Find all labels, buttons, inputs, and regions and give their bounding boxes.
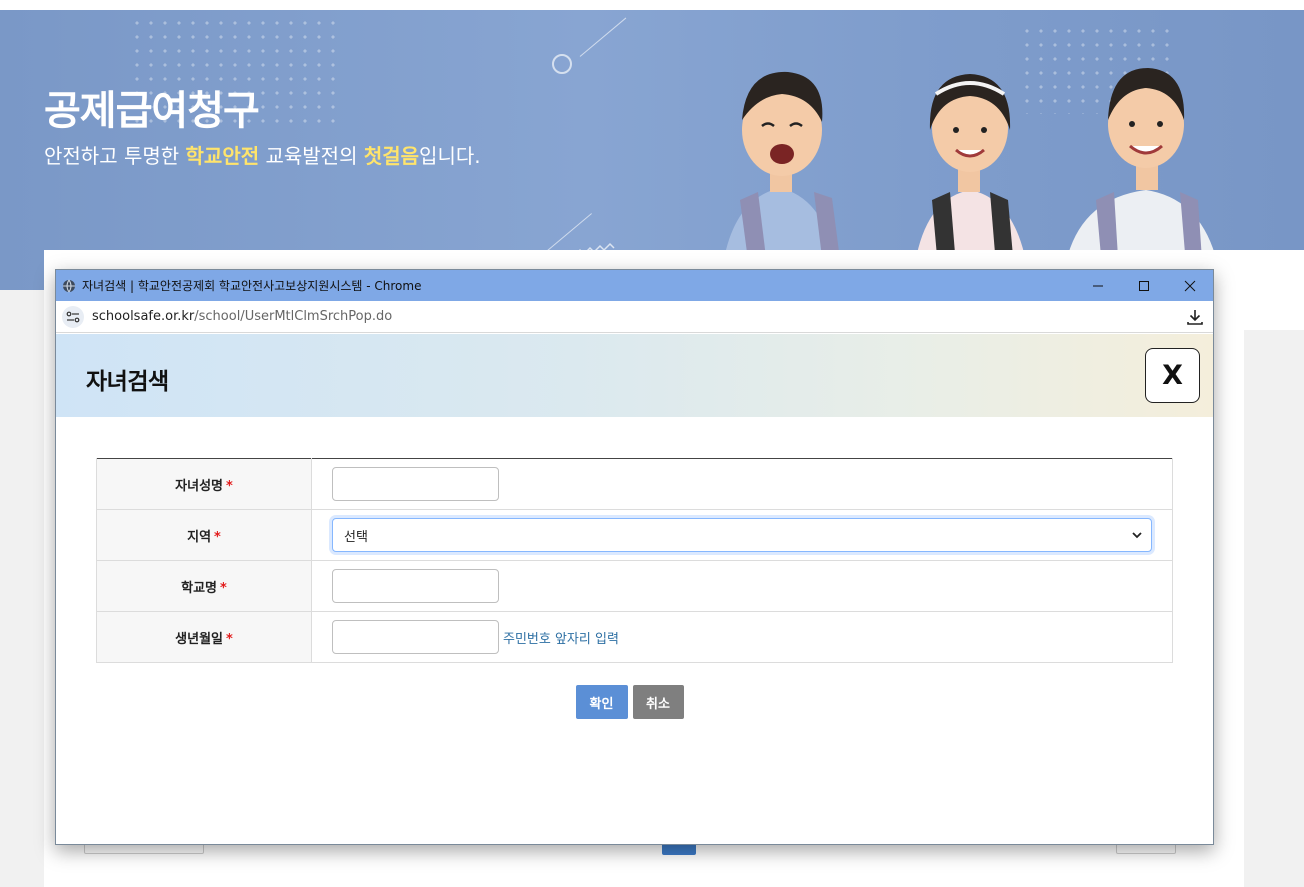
- hero-banner: 공제급여청구 안전하고 투명한 학교안전 교육발전의 첫걸음입니다.: [0, 10, 1304, 290]
- minimize-icon: [1093, 285, 1103, 286]
- maximize-icon: [1139, 280, 1149, 291]
- window-title: 자녀검색 | 학교안전공제회 학교안전사고보상지원시스템 - Chrome: [82, 279, 422, 293]
- confirm-button[interactable]: 확인: [575, 685, 628, 719]
- popup-header: 자녀검색 X: [56, 334, 1213, 417]
- child-name-input[interactable]: [332, 467, 499, 501]
- school-cell: [311, 560, 1173, 612]
- label-text: 지역: [187, 529, 212, 545]
- button-row: 확인 취소: [56, 685, 1213, 719]
- label-text: 자녀성명: [175, 478, 224, 494]
- address-bar: schoolsafe.or.kr/school/UserMtlClmSrchPo…: [56, 301, 1213, 333]
- birth-cell: 주민번호 앞자리 입력: [311, 611, 1173, 663]
- form-row-birth: 생년월일 * 주민번호 앞자리 입력: [96, 611, 1173, 663]
- form-row-child-name: 자녀성명 *: [96, 458, 1173, 510]
- maximize-button[interactable]: [1121, 270, 1167, 301]
- region-label: 지역 *: [96, 509, 312, 561]
- birth-label: 생년월일 *: [96, 611, 312, 663]
- close-icon: [1184, 280, 1196, 291]
- content-edge: [1213, 250, 1304, 330]
- site-info-button[interactable]: [62, 305, 84, 328]
- url-path: /school/UserMtlClmSrchPop.do: [194, 309, 393, 324]
- window-titlebar[interactable]: 자녀검색 | 학교안전공제회 학교안전사고보상지원시스템 - Chrome: [56, 270, 1213, 301]
- subtitle-highlight: 첫걸음: [363, 144, 420, 168]
- line-decoration: [579, 17, 627, 57]
- required-mark: *: [226, 478, 233, 494]
- school-name-input[interactable]: [332, 569, 499, 603]
- cancel-button[interactable]: 취소: [632, 685, 684, 719]
- region-selected-value: 선택: [344, 529, 368, 545]
- subtitle-text: 안전하고 투명한: [44, 144, 186, 168]
- subtitle-highlight: 학교안전: [185, 144, 260, 168]
- birth-date-input[interactable]: [332, 620, 499, 654]
- subtitle-text: 교육발전의: [259, 144, 364, 168]
- form-row-region: 지역 * 선택: [96, 509, 1173, 561]
- minimize-button[interactable]: [1075, 270, 1121, 301]
- banner-subtitle: 안전하고 투명한 학교안전 교육발전의 첫걸음입니다.: [44, 140, 481, 169]
- circle-decoration: [552, 54, 572, 74]
- url-text[interactable]: schoolsafe.or.kr/school/UserMtlClmSrchPo…: [92, 309, 392, 324]
- child-name-cell: [311, 458, 1173, 510]
- chevron-down-icon: [1132, 532, 1142, 539]
- child-search-popup-window: 자녀검색 | 학교안전공제회 학교안전사고보상지원시스템 - Chrome sc…: [55, 269, 1214, 845]
- window-controls: [1075, 270, 1213, 301]
- school-label: 학교명 *: [96, 560, 312, 612]
- popup-close-button[interactable]: X: [1145, 348, 1200, 403]
- download-icon[interactable]: [1185, 307, 1205, 327]
- required-mark: *: [226, 631, 233, 647]
- site-settings-icon: [66, 311, 80, 322]
- form-row-school: 학교명 *: [96, 560, 1173, 612]
- subtitle-text: 입니다.: [419, 144, 481, 168]
- url-domain: schoolsafe.or.kr: [92, 309, 195, 324]
- close-window-button[interactable]: [1167, 270, 1213, 301]
- popup-title: 자녀검색: [86, 369, 169, 395]
- globe-icon: [63, 279, 75, 292]
- child-search-form: 자녀성명 * 지역 * 선택 학교명 * 생년월일 * 주민번호 앞자리 입력: [96, 458, 1173, 663]
- banner-title: 공제급여청구: [44, 88, 260, 134]
- required-mark: *: [214, 529, 221, 545]
- top-strip: [0, 0, 1304, 10]
- region-select[interactable]: 선택: [332, 518, 1152, 552]
- required-mark: *: [220, 580, 227, 596]
- region-cell: 선택: [311, 509, 1173, 561]
- label-text: 생년월일: [175, 631, 224, 647]
- birth-hint: 주민번호 앞자리 입력: [503, 631, 619, 647]
- child-name-label: 자녀성명 *: [96, 458, 312, 510]
- label-text: 학교명: [181, 580, 218, 596]
